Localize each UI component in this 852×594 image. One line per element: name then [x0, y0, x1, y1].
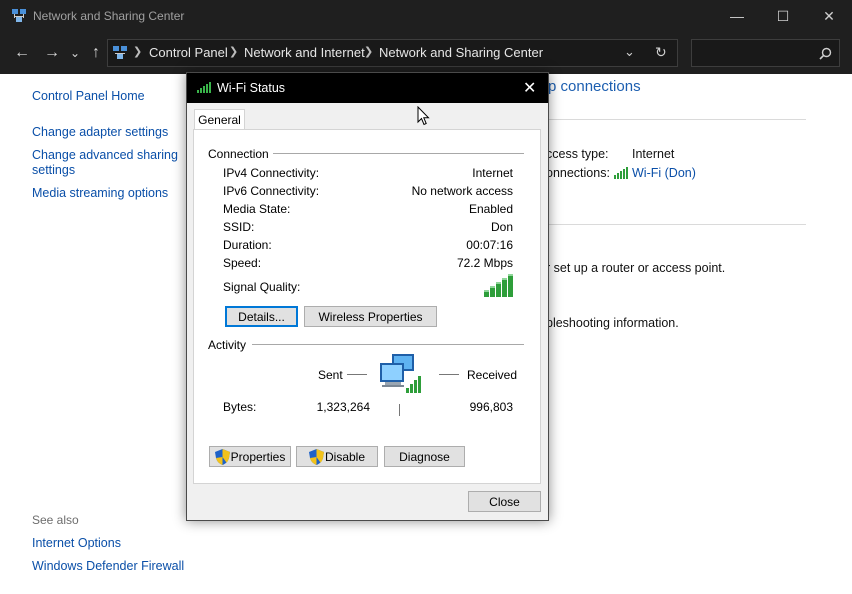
sent-line: [347, 374, 367, 375]
divider: [548, 119, 806, 120]
sidebar-item-change-adapter-settings[interactable]: Change adapter settings: [32, 125, 168, 139]
address-dropdown-icon[interactable]: ⌄: [624, 44, 635, 60]
properties-button[interactable]: Properties: [209, 446, 291, 467]
disable-button-label: Disable: [324, 449, 366, 464]
address-toolbar: ← → ⌄ ↑ ❯ Control Panel ❯ Network and In…: [0, 32, 852, 74]
maximize-button[interactable]: ☐: [760, 0, 806, 32]
up-button[interactable]: ↑: [86, 42, 106, 64]
duration-value: 00:07:16: [466, 238, 513, 252]
dialog-title-bar: Wi-Fi Status ✕: [187, 73, 548, 103]
troubleshoot-text[interactable]: bleshooting information.: [546, 316, 679, 330]
signal-quality-label: Signal Quality:: [223, 280, 301, 294]
sidebar-item-change-advanced-sharing[interactable]: Change advanced sharing settings: [32, 148, 182, 178]
breadcrumb-control-panel[interactable]: Control Panel: [149, 45, 228, 60]
wifi-signal-icon: [614, 167, 628, 179]
sidebar-item-media-streaming[interactable]: Media streaming options: [32, 186, 168, 200]
uac-shield-icon: [214, 448, 230, 465]
speed-value: 72.2 Mbps: [456, 256, 513, 270]
bytes-label: Bytes:: [223, 400, 257, 414]
breadcrumb-separator-icon: ❯: [229, 46, 239, 58]
address-bar[interactable]: ❯ Control Panel ❯ Network and Internet ❯…: [107, 39, 678, 67]
search-icon: [819, 47, 832, 60]
bytes-sent-value: 1,323,264: [316, 400, 370, 414]
title-bar: Network and Sharing Center — ☐ ✕: [0, 0, 852, 32]
close-button[interactable]: Close: [468, 491, 541, 512]
link-line: [399, 404, 400, 416]
maximize-icon: ☐: [776, 7, 790, 24]
page-heading: p connections: [548, 78, 641, 95]
access-type-value: Internet: [632, 147, 675, 161]
network-center-icon: [12, 9, 26, 22]
media-state-label: Media State:: [223, 202, 291, 216]
close-icon: ✕: [823, 7, 835, 24]
breadcrumb-network-internet[interactable]: Network and Internet: [244, 45, 365, 60]
wifi-signal-icon: [197, 82, 211, 93]
received-label: Received: [467, 368, 518, 382]
close-window-button[interactable]: ✕: [806, 0, 852, 32]
recent-locations-button[interactable]: ⌄: [65, 42, 85, 64]
tab-general[interactable]: General: [194, 109, 245, 130]
received-line: [439, 374, 459, 375]
group-divider: [252, 344, 524, 345]
mouse-cursor-icon: [417, 106, 430, 126]
ipv6-label: IPv6 Connectivity:: [223, 184, 320, 198]
window-title: Network and Sharing Center: [33, 9, 185, 23]
speed-label: Speed:: [223, 256, 262, 270]
network-computers-icon: [380, 354, 421, 393]
see-also-windows-defender-firewall[interactable]: Windows Defender Firewall: [32, 559, 184, 573]
see-also-internet-options[interactable]: Internet Options: [32, 536, 121, 550]
back-button[interactable]: ←: [12, 42, 32, 64]
sent-label: Sent: [318, 368, 343, 382]
uac-shield-icon: [308, 448, 324, 465]
search-input[interactable]: [691, 39, 840, 67]
divider: [548, 224, 806, 225]
duration-label: Duration:: [223, 238, 272, 252]
general-tab-panel: Connection IPv4 Connectivity: Internet I…: [193, 129, 541, 484]
wireless-properties-button[interactable]: Wireless Properties: [304, 306, 437, 327]
properties-button-label: Properties: [230, 449, 286, 464]
wifi-status-dialog: Wi-Fi Status ✕ General Connection IPv4 C…: [186, 72, 549, 521]
disable-button[interactable]: Disable: [296, 446, 378, 467]
up-arrow-icon: ↑: [92, 44, 100, 61]
access-type-label: ccess type:: [546, 147, 609, 161]
group-divider: [269, 153, 524, 154]
forward-arrow-icon: →: [44, 44, 60, 61]
bytes-received-value: 996,803: [469, 400, 513, 414]
back-arrow-icon: ←: [14, 44, 30, 61]
minimize-button[interactable]: —: [714, 0, 760, 32]
minimize-icon: —: [730, 8, 744, 24]
media-state-value: Enabled: [468, 202, 513, 216]
dialog-title: Wi-Fi Status: [217, 81, 286, 95]
ipv4-label: IPv4 Connectivity:: [223, 166, 320, 180]
diagnose-button[interactable]: Diagnose: [384, 446, 465, 467]
activity-group-label: Activity: [208, 338, 251, 352]
signal-bars-icon: [484, 274, 513, 297]
ssid-value: Don: [490, 220, 513, 234]
forward-button[interactable]: →: [42, 42, 62, 64]
wifi-connection-link[interactable]: Wi-Fi (Don): [632, 166, 696, 180]
setup-router-text[interactable]: r set up a router or access point.: [546, 261, 725, 275]
ssid-label: SSID:: [223, 220, 255, 234]
sidebar-item-control-panel-home[interactable]: Control Panel Home: [32, 89, 145, 103]
network-center-icon: [113, 46, 127, 59]
breadcrumb-separator-icon: ❯: [364, 46, 374, 58]
refresh-icon[interactable]: ↻: [655, 44, 667, 61]
details-button[interactable]: Details...: [225, 306, 298, 327]
ipv6-value: No network access: [411, 184, 513, 198]
connections-label: onnections:: [546, 166, 610, 180]
chevron-down-icon: ⌄: [69, 46, 81, 60]
see-also-label: See also: [32, 513, 79, 527]
ipv4-value: Internet: [472, 166, 513, 180]
connection-group-label: Connection: [208, 147, 273, 161]
dialog-close-icon[interactable]: ✕: [523, 78, 536, 98]
breadcrumb-network-sharing-center[interactable]: Network and Sharing Center: [379, 45, 543, 60]
breadcrumb-separator-icon: ❯: [133, 46, 143, 58]
